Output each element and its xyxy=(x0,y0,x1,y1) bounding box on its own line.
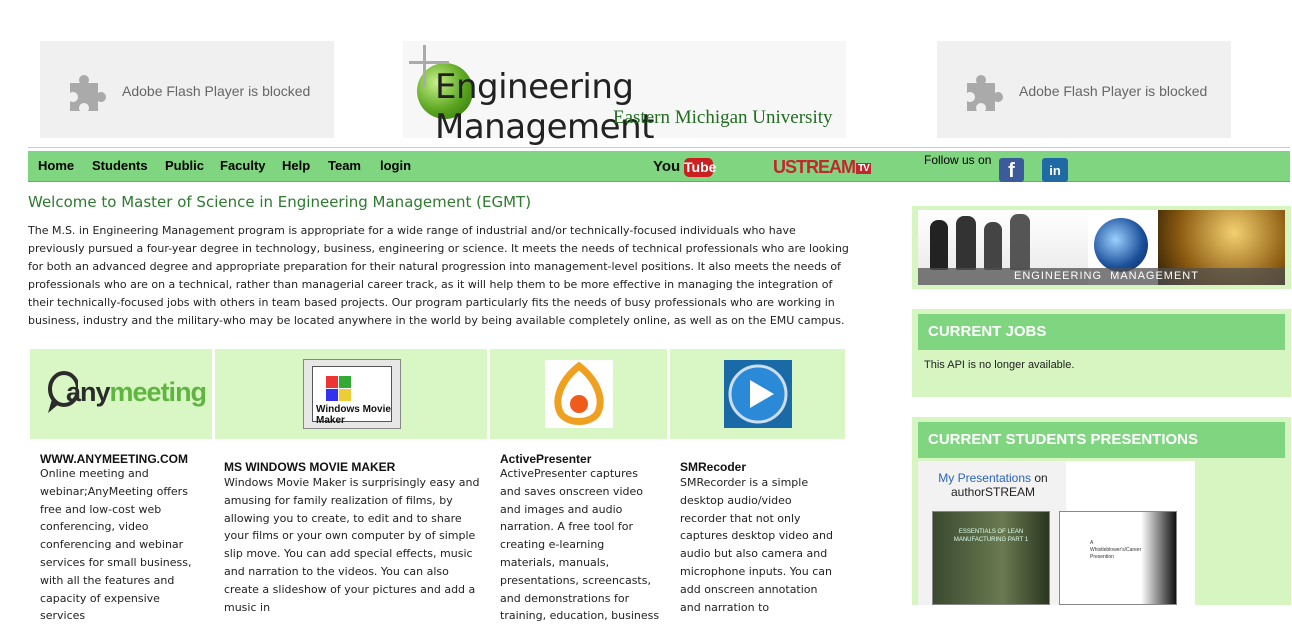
nav-login[interactable]: login xyxy=(380,158,411,173)
smrecorder-logo-tile[interactable] xyxy=(670,349,847,439)
moviemaker-logo-text: Windows Movie Maker xyxy=(316,404,391,426)
nav-help[interactable]: Help xyxy=(282,158,310,173)
presentations-header: CURRENT STUDENTS PRESENTIONS xyxy=(918,422,1285,458)
presentations-box: CURRENT STUDENTS PRESENTIONS My Presenta… xyxy=(912,417,1291,605)
facebook-icon[interactable]: f xyxy=(999,158,1024,182)
anymeeting-logo-text: anymeeting xyxy=(66,377,207,407)
nav-home[interactable]: Home xyxy=(38,158,74,173)
anymeeting-title[interactable]: WWW.ANYMEETING.COM xyxy=(40,452,188,466)
flash-blocked-text: Adobe Flash Player is blocked xyxy=(122,83,311,99)
nav-public[interactable]: Public xyxy=(165,158,204,173)
play-button-icon xyxy=(724,360,792,428)
site-logo[interactable]: Engineering Management Eastern Michigan … xyxy=(403,41,846,147)
activepresenter-icon xyxy=(545,360,613,428)
thumb-2-title: A Whistleblower's/Career Presention xyxy=(1090,540,1142,560)
main-nav: Home Students Public Faculty Help Team l… xyxy=(28,151,1290,182)
banner-text: ENGINEERING MANAGEMENT xyxy=(1014,270,1199,282)
logo-plus-mark xyxy=(423,45,426,87)
puzzle-icon xyxy=(70,75,106,111)
moviemaker-logo-tile[interactable]: Windows Movie Maker xyxy=(215,349,489,439)
intro-paragraph: The M.S. in Engineering Management progr… xyxy=(28,224,849,327)
presentations-on: on xyxy=(1031,471,1048,485)
nav-students[interactable]: Students xyxy=(92,158,148,173)
smrecorder-description: SMRecorder is a simple desktop audio/vid… xyxy=(680,476,833,614)
presentation-thumb-2[interactable]: A Whistleblower's/Career Presention xyxy=(1059,511,1177,605)
my-presentations-link[interactable]: My Presentations xyxy=(938,471,1031,485)
authorstream-widget: My Presentations on authorSTREAM ESSENTI… xyxy=(918,461,1195,605)
thumb-1-title: ESSENTIALS OF LEAN MANUFACTURING PART 1 xyxy=(953,529,1029,543)
youtube-tube: Tube xyxy=(684,158,717,177)
follow-us-label: Follow us on xyxy=(924,153,992,167)
puzzle-icon xyxy=(967,75,1003,111)
current-jobs-header: CURRENT JOBS xyxy=(918,314,1285,350)
linkedin-icon[interactable]: in xyxy=(1042,158,1068,182)
ustream-tv: TV xyxy=(856,162,871,174)
sidebar-banner-box: ENGINEERING MANAGEMENT xyxy=(912,206,1291,289)
authorstream-name: authorSTREAM xyxy=(950,485,1036,499)
moviemaker-title[interactable]: MS WINDOWS MOVIE MAKER xyxy=(224,460,395,474)
page-title: Welcome to Master of Science in Engineer… xyxy=(28,193,532,211)
moviemaker-icon: Windows Movie Maker xyxy=(303,359,401,429)
current-jobs-box: CURRENT JOBS This API is no longer avail… xyxy=(912,309,1291,397)
nav-faculty[interactable]: Faculty xyxy=(220,158,266,173)
engineering-management-banner[interactable]: ENGINEERING MANAGEMENT xyxy=(918,210,1285,285)
flash-placeholder-left[interactable]: Adobe Flash Player is blocked xyxy=(40,41,334,138)
logo-plus-mark-bar xyxy=(409,61,449,64)
flash-blocked-text: Adobe Flash Player is blocked xyxy=(1019,83,1208,99)
jobs-message: This API is no longer available. xyxy=(924,359,1075,371)
anymeeting-description: Online meeting and webinar;AnyMeeting of… xyxy=(40,467,192,623)
youtube-icon[interactable]: You Tube xyxy=(653,158,717,178)
ustream-icon[interactable]: USTREAM TV xyxy=(773,157,871,178)
activepresenter-description: ActivePresenter captures and saves onscr… xyxy=(500,467,660,623)
moviemaker-description: Windows Movie Maker is surprisingly easy… xyxy=(224,476,480,614)
flash-placeholder-right[interactable]: Adobe Flash Player is blocked xyxy=(937,41,1231,138)
ustream-text: USTREAM xyxy=(773,157,856,177)
nav-team[interactable]: Team xyxy=(328,158,361,173)
presentations-caption: My Presentations on authorSTREAM xyxy=(938,471,1048,499)
header-divider xyxy=(28,147,1290,148)
logo-subtitle: Eastern Michigan University xyxy=(613,107,833,128)
smrecorder-title[interactable]: SMRecoder xyxy=(680,460,746,474)
activepresenter-title[interactable]: ActivePresenter xyxy=(500,452,591,466)
youtube-you: You xyxy=(653,158,681,175)
activepresenter-logo-tile[interactable] xyxy=(490,349,669,439)
anymeeting-logo-tile[interactable]: anymeeting xyxy=(30,349,214,439)
presentation-thumb-1[interactable]: ESSENTIALS OF LEAN MANUFACTURING PART 1 xyxy=(932,511,1050,605)
